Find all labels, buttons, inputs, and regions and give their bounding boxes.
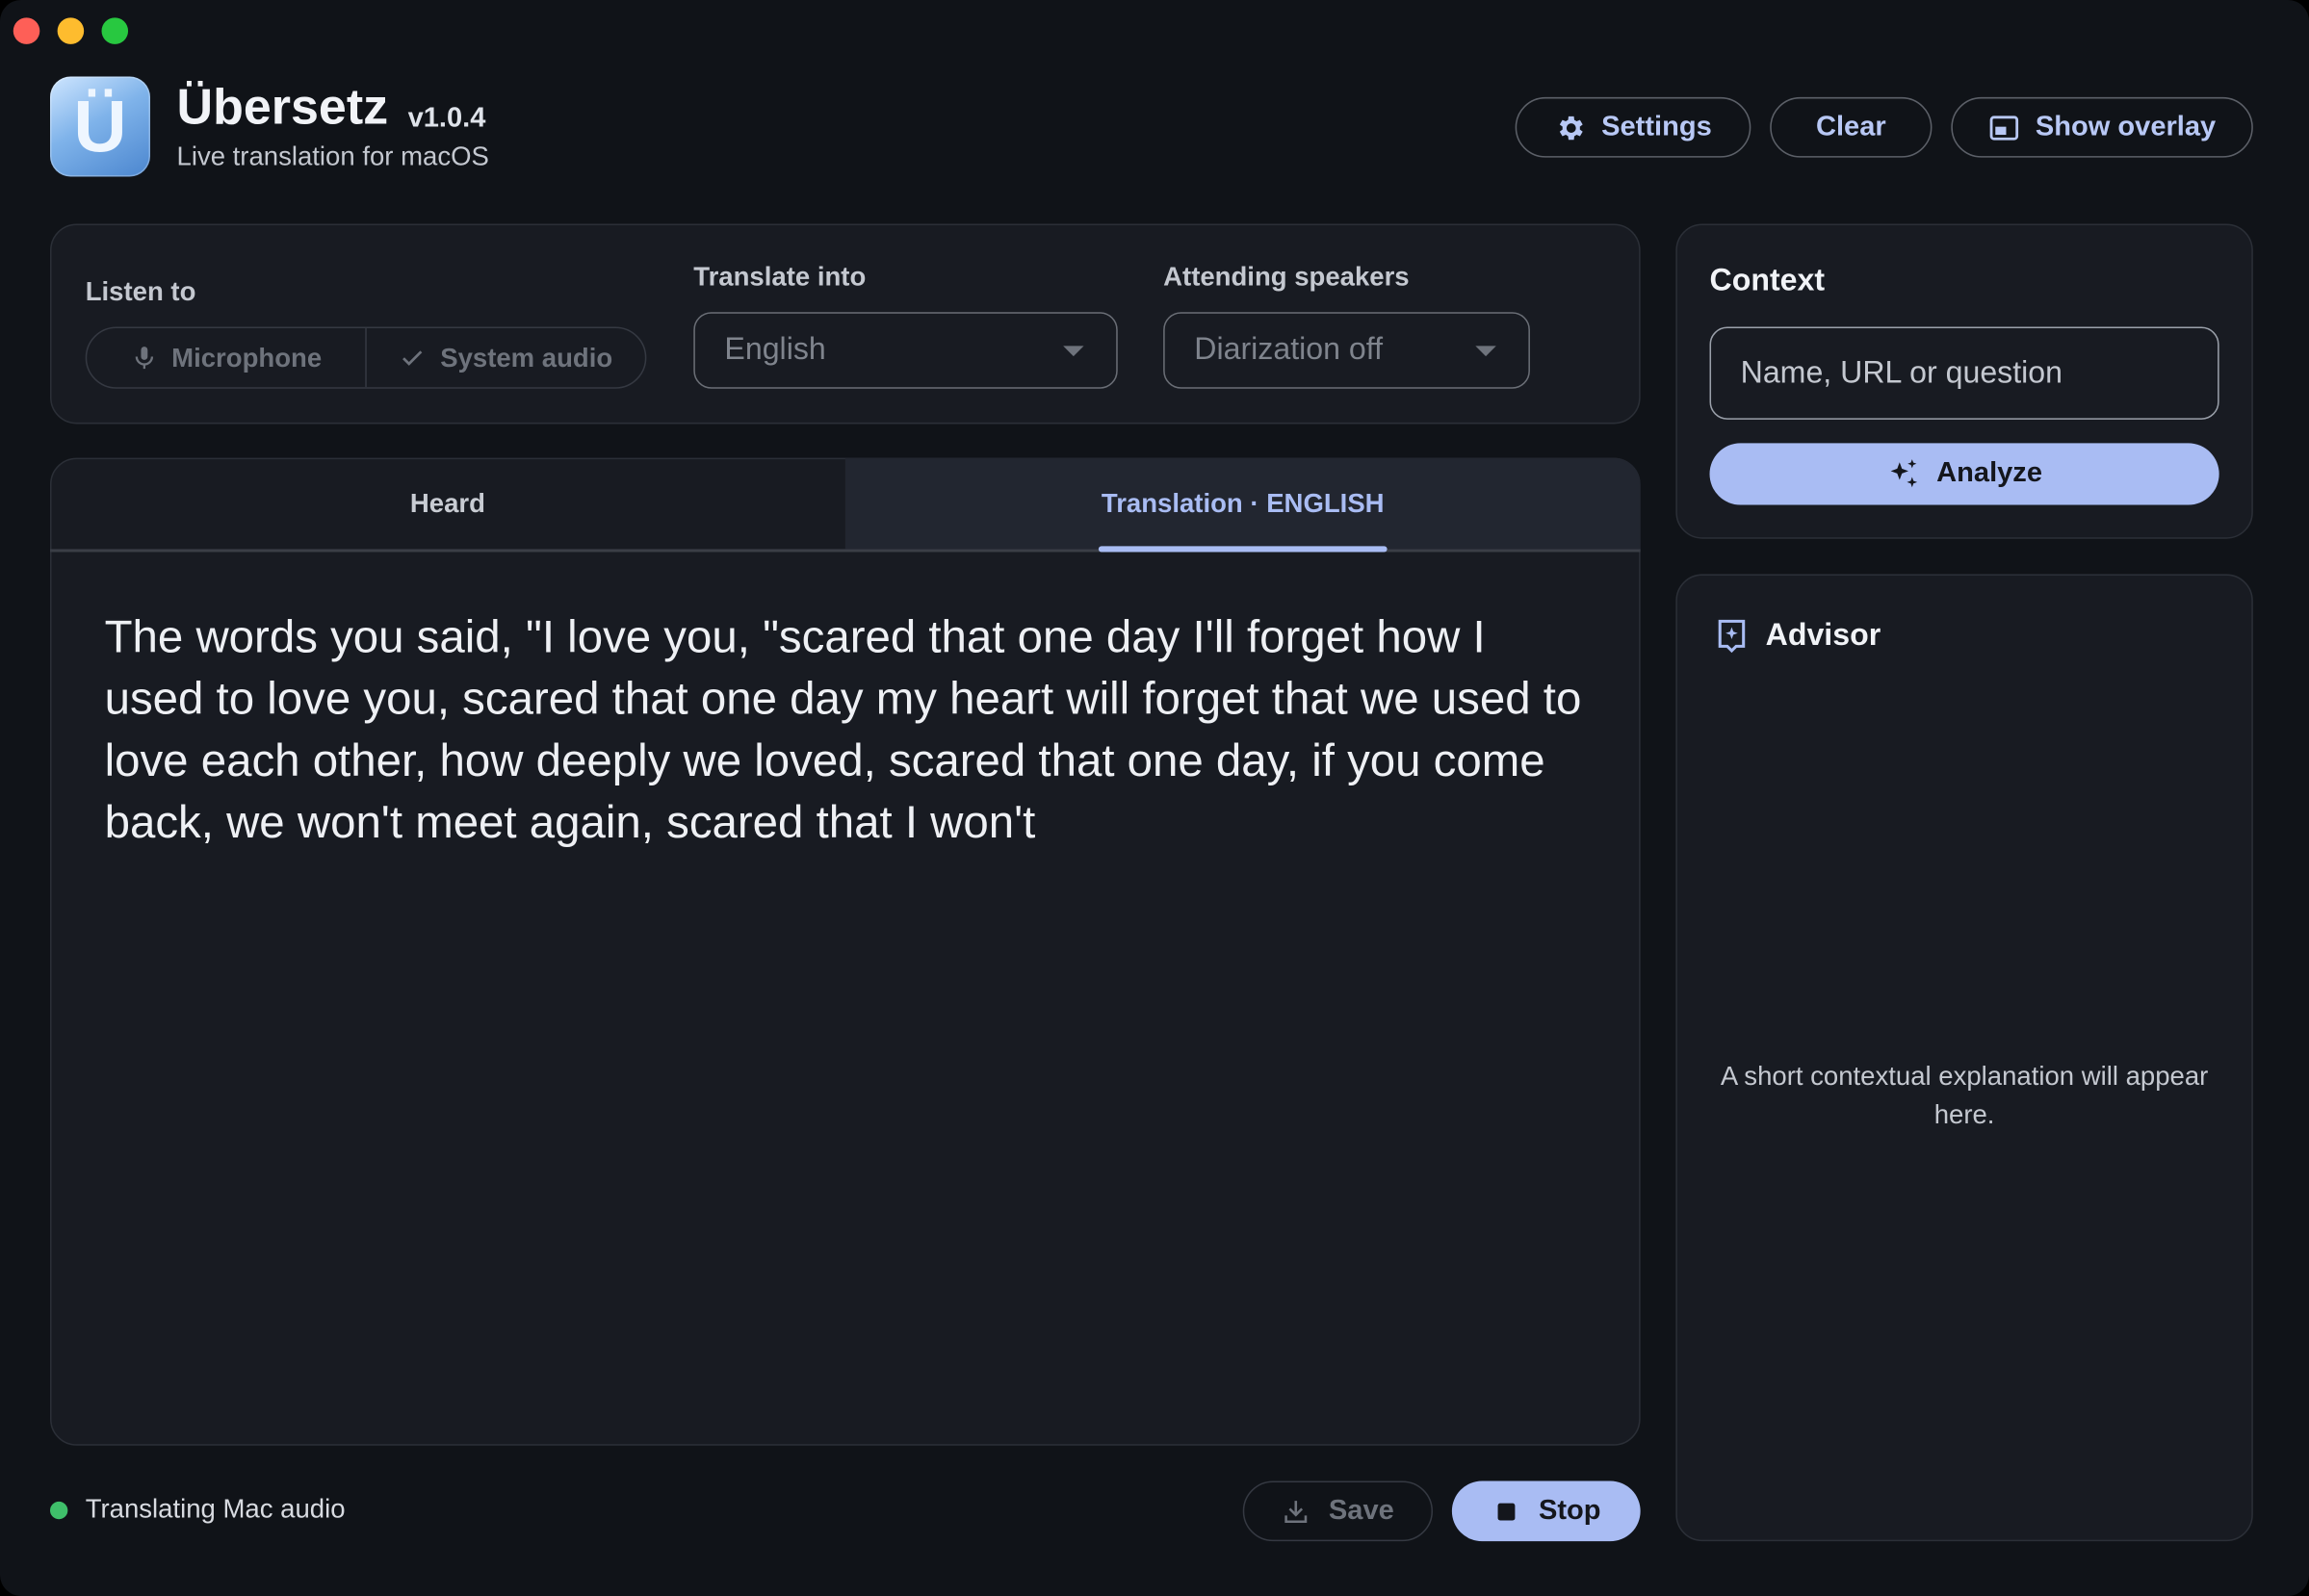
system-audio-label: System audio xyxy=(440,342,613,373)
advisor-sparkle-icon xyxy=(1718,619,1746,654)
system-audio-option[interactable]: System audio xyxy=(367,328,645,387)
stop-button[interactable]: Stop xyxy=(1451,1480,1641,1542)
transcript-tabs: Heard Translation · ENGLISH xyxy=(49,457,1641,553)
clear-label: Clear xyxy=(1815,111,1886,142)
attending-speakers-label: Attending speakers xyxy=(1163,262,1410,292)
tab-heard-label: Heard xyxy=(409,487,485,518)
download-icon xyxy=(1284,1500,1308,1523)
app-window: Ü Übersetz v1.0.4 Live translation for m… xyxy=(0,0,2309,1596)
show-overlay-button[interactable]: Show overlay xyxy=(1951,96,2253,158)
close-window-button[interactable] xyxy=(13,17,40,44)
active-tab-indicator xyxy=(1098,546,1388,553)
settings-label: Settings xyxy=(1601,111,1712,142)
settings-button[interactable]: Settings xyxy=(1515,96,1751,158)
layout-root: Ü Übersetz v1.0.4 Live translation for m… xyxy=(0,0,2309,1596)
translate-into-label: Translate into xyxy=(693,262,867,292)
zoom-window-button[interactable] xyxy=(101,17,129,44)
target-language-value: English xyxy=(724,332,826,367)
analyze-label: Analyze xyxy=(1936,457,2042,489)
diarization-select[interactable]: Diarization off xyxy=(1163,312,1530,389)
tab-translation-label: Translation · ENGLISH xyxy=(1101,487,1385,518)
advisor-placeholder: A short contextual explanation will appe… xyxy=(1720,1061,2209,1129)
gear-icon xyxy=(1559,116,1582,140)
save-button[interactable]: Save xyxy=(1242,1480,1434,1542)
show-overlay-label: Show overlay xyxy=(2035,111,2217,142)
target-language-select[interactable]: English xyxy=(693,312,1118,389)
tab-heard[interactable]: Heard xyxy=(50,458,845,550)
minimize-window-button[interactable] xyxy=(57,17,85,44)
checkmark-icon xyxy=(402,350,423,366)
listen-source-segmented: Microphone System audio xyxy=(85,326,647,389)
stop-icon xyxy=(1497,1502,1516,1520)
tab-translation[interactable]: Translation · ENGLISH xyxy=(844,457,1641,553)
listen-to-label: Listen to xyxy=(85,276,196,307)
stop-label: Stop xyxy=(1538,1495,1601,1527)
context-input[interactable] xyxy=(1709,326,2219,420)
microphone-option[interactable]: Microphone xyxy=(87,328,367,388)
app-logo-glyph: Ü xyxy=(73,85,127,168)
advisor-title: Advisor xyxy=(1765,618,1881,653)
app-logo: Ü xyxy=(49,76,150,177)
analyze-button[interactable]: Analyze xyxy=(1709,443,2219,505)
status-indicator xyxy=(49,1501,68,1520)
translation-text: The words you said, "I love you, "scared… xyxy=(104,610,1582,848)
diarization-value: Diarization off xyxy=(1194,332,1384,367)
microphone-label: Microphone xyxy=(171,342,323,373)
app-title: Übersetz xyxy=(176,79,389,136)
save-label: Save xyxy=(1328,1495,1394,1527)
status-text: Translating Mac audio xyxy=(85,1494,346,1524)
context-title: Context xyxy=(1709,263,1826,297)
chevron-down-icon xyxy=(1063,346,1084,357)
chevron-down-icon xyxy=(1475,346,1496,357)
app-version: v1.0.4 xyxy=(407,103,486,135)
app-subtitle: Live translation for macOS xyxy=(176,141,489,171)
microphone-icon xyxy=(134,347,153,370)
picture-in-picture-icon xyxy=(1990,115,2019,140)
clear-button[interactable]: Clear xyxy=(1770,96,1933,158)
sparkles-icon xyxy=(1890,459,1918,488)
